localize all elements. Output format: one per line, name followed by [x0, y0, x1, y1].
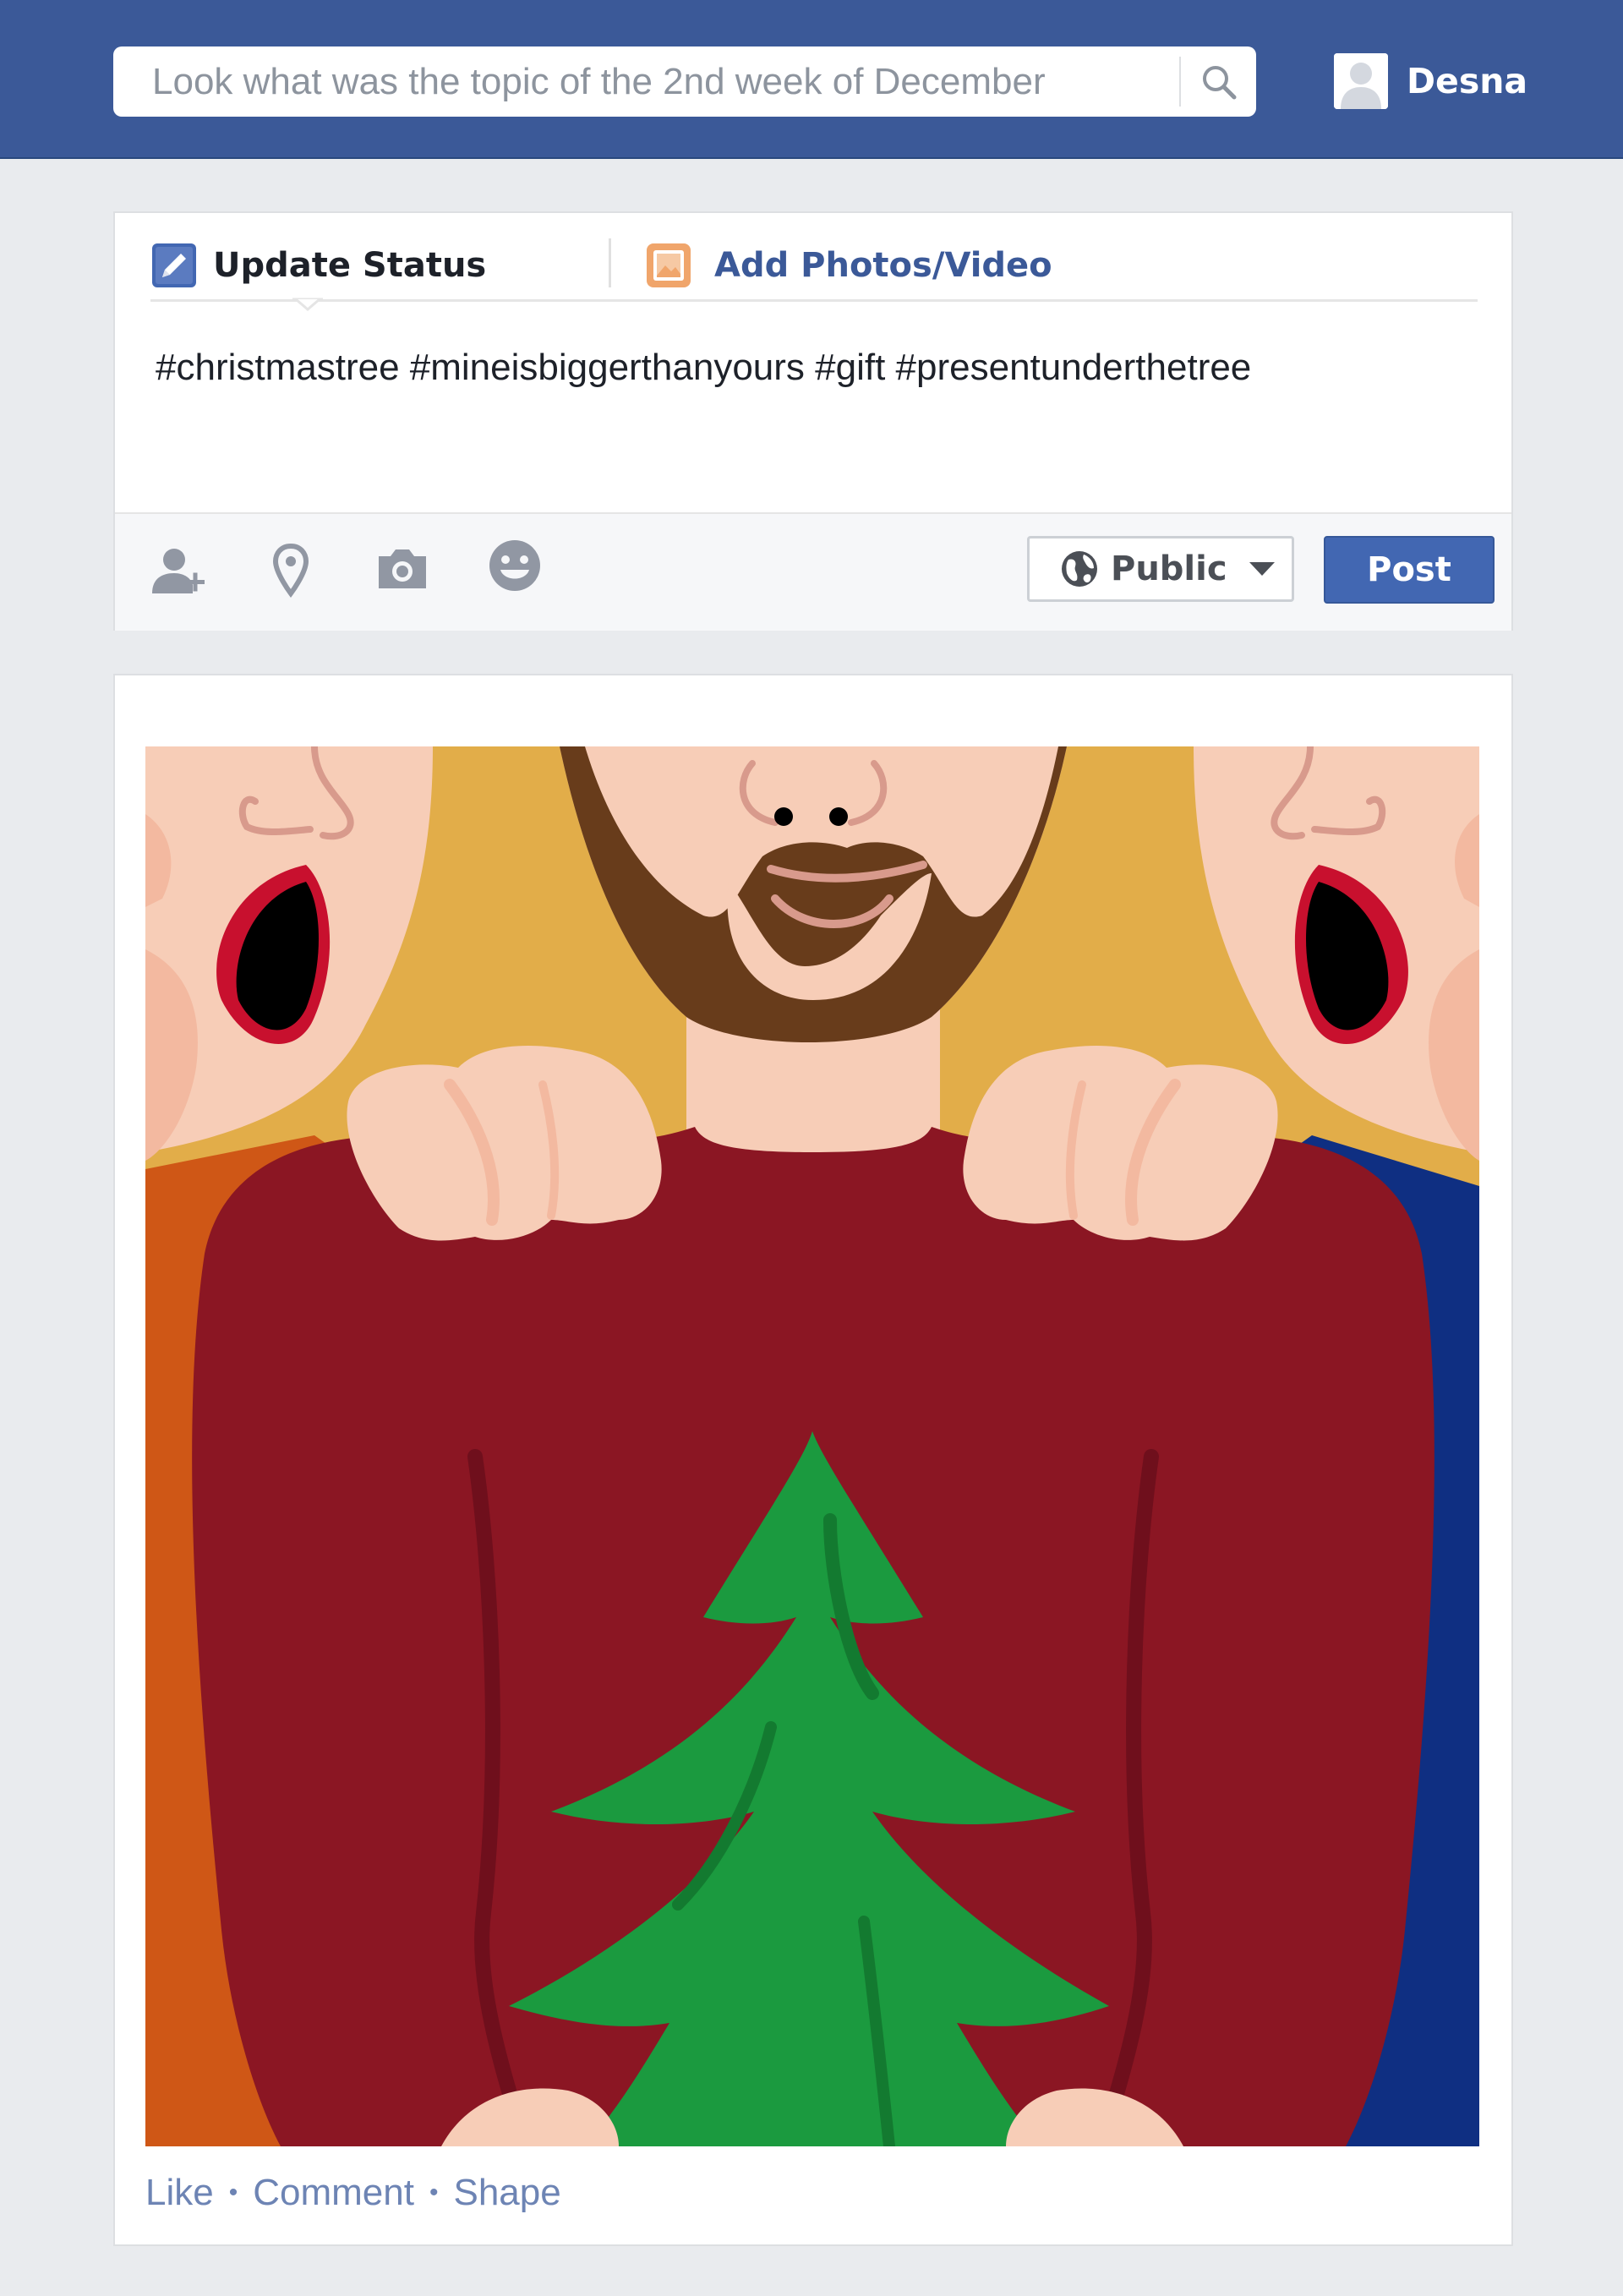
status-input[interactable]: #christmastree #mineisbiggerthanyours #g… — [156, 347, 1251, 389]
audience-label: Public — [1111, 549, 1227, 588]
like-link[interactable]: Like — [145, 2172, 214, 2214]
share-link[interactable]: Shape — [453, 2172, 560, 2214]
post-button[interactable]: Post — [1324, 536, 1495, 604]
photo-icon — [647, 243, 691, 287]
pencil-icon — [152, 243, 196, 287]
post-card: Like • Comment • Shape — [113, 674, 1513, 2246]
composer-tabs: Update Status Add Photos/Video — [150, 232, 1478, 302]
search-divider — [1179, 57, 1181, 107]
top-bar: Look what was the topic of the 2nd week … — [0, 0, 1623, 159]
status-composer: Update Status Add Photos/Video #christma… — [113, 211, 1513, 631]
user-name: Desna — [1407, 61, 1528, 101]
post-image[interactable] — [145, 746, 1479, 2146]
chevron-down-icon — [1249, 562, 1275, 576]
tag-friends-icon[interactable] — [147, 543, 211, 599]
avatar — [1334, 53, 1388, 109]
search-box[interactable]: Look what was the topic of the 2nd week … — [113, 46, 1256, 117]
action-separator: • — [429, 2178, 439, 2206]
tab-update-status-label: Update Status — [213, 246, 487, 285]
active-tab-caret — [292, 298, 323, 311]
tab-update-status[interactable]: Update Status — [150, 232, 486, 299]
search-button[interactable] — [1182, 46, 1256, 117]
post-actions: Like • Comment • Shape — [145, 2172, 561, 2214]
user-profile-link[interactable]: Desna — [1334, 52, 1527, 110]
christmas-tree-sweater-illustration — [145, 746, 1479, 2146]
default-avatar-icon — [1334, 53, 1388, 109]
tab-add-photos-label: Add Photos/Video — [714, 246, 1052, 285]
search-input[interactable]: Look what was the topic of the 2nd week … — [152, 46, 1046, 117]
camera-icon[interactable] — [375, 543, 429, 592]
search-icon — [1203, 65, 1237, 99]
emoji-icon[interactable] — [487, 538, 543, 593]
action-separator: • — [228, 2178, 238, 2206]
tab-add-photos[interactable]: Add Photos/Video — [645, 232, 1052, 299]
tab-separator — [609, 238, 611, 287]
composer-footer: Public Post — [115, 512, 1511, 631]
location-pin-icon[interactable] — [272, 543, 309, 599]
comment-link[interactable]: Comment — [253, 2172, 414, 2214]
audience-selector[interactable]: Public — [1027, 536, 1294, 602]
globe-icon — [1062, 551, 1097, 587]
